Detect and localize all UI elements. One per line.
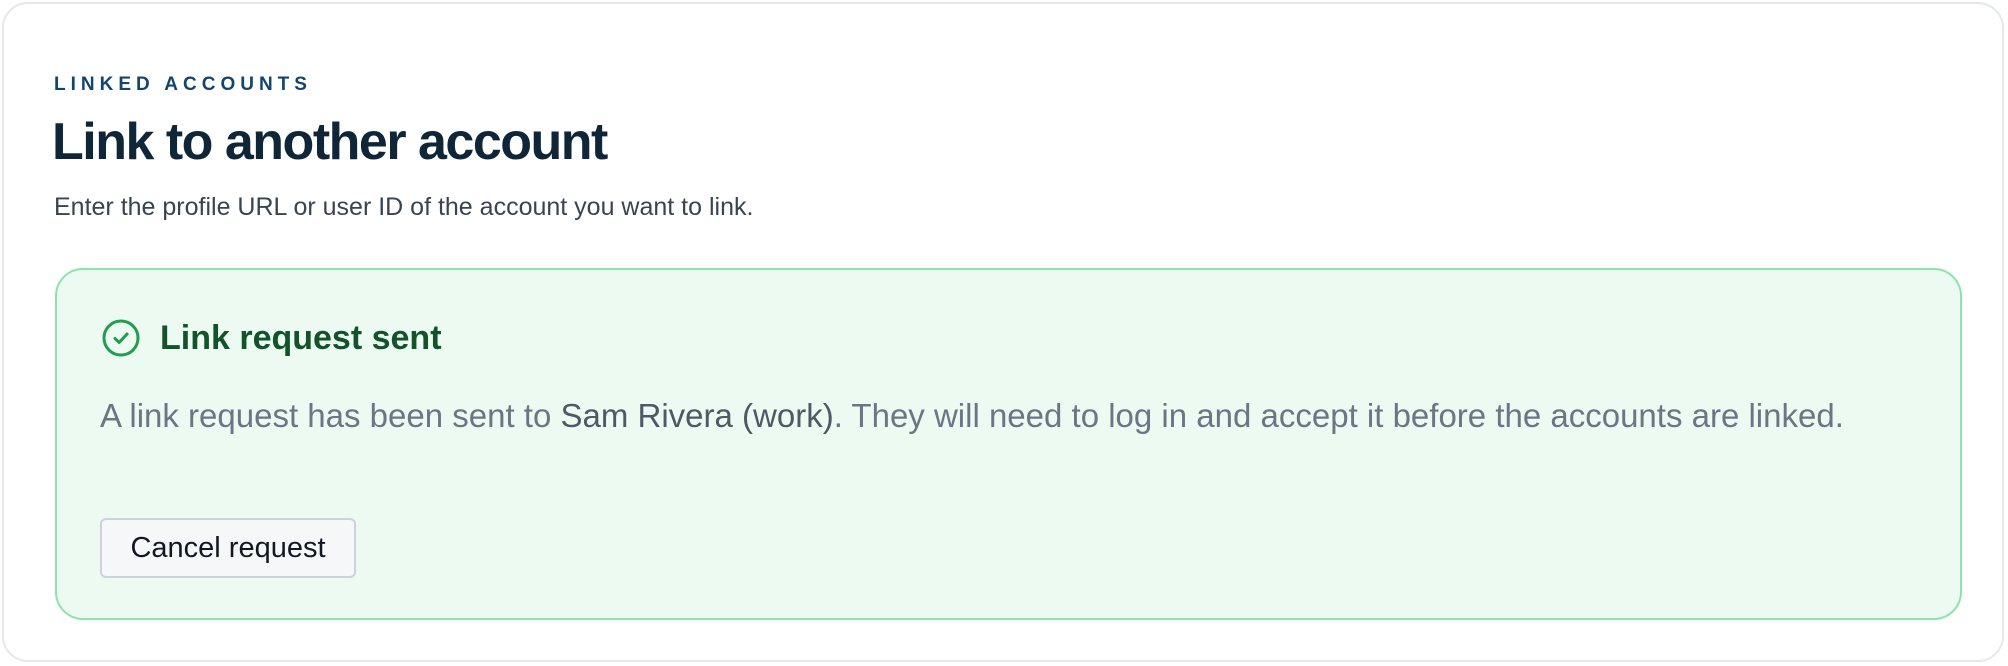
success-alert: Link request sent A link request has bee… bbox=[55, 268, 1962, 620]
cancel-request-button[interactable]: Cancel request bbox=[100, 518, 356, 578]
alert-title: Link request sent bbox=[160, 319, 442, 357]
alert-message-suffix: . They will need to log in and accept it… bbox=[833, 397, 1844, 434]
check-circle-icon bbox=[102, 319, 140, 357]
linked-account-name: Sam Rivera (work) bbox=[560, 397, 834, 434]
page-subtitle: Enter the profile URL or user ID of the … bbox=[54, 193, 754, 221]
page-title: Link to another account bbox=[52, 113, 608, 171]
alert-message: A link request has been sent to Sam Rive… bbox=[100, 390, 1890, 441]
alert-message-prefix: A link request has been sent to bbox=[100, 397, 561, 434]
linked-accounts-card: LINKED ACCOUNTS Link to another account … bbox=[2, 2, 2004, 662]
section-eyebrow: LINKED ACCOUNTS bbox=[54, 74, 312, 95]
